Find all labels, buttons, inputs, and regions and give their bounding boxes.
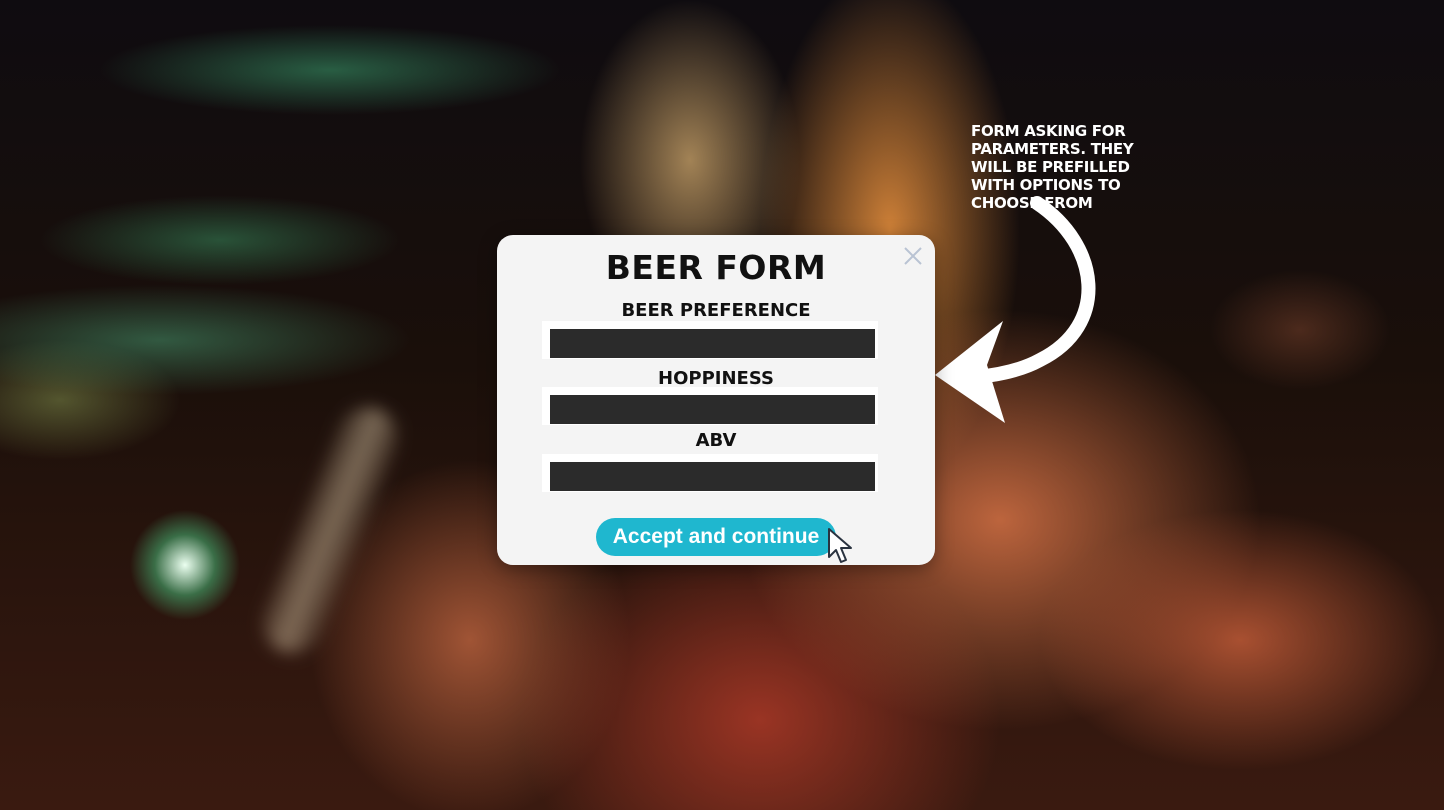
mouse-pointer-icon	[828, 528, 852, 563]
curved-arrow-icon	[935, 196, 1096, 423]
abv-field	[542, 454, 878, 492]
hoppiness-field	[542, 387, 878, 425]
field-label-beer-preference: BEER PREFERENCE	[621, 300, 811, 321]
beer-preference-field	[542, 321, 878, 359]
accept-and-continue-button[interactable]: Accept and continue	[596, 518, 836, 556]
form-title: BEER FORM	[605, 248, 827, 287]
field-label-abv: ABV	[695, 430, 737, 451]
beer-form-modal: BEER FORM BEER PREFERENCE HOPPINESS ABV …	[497, 235, 935, 565]
beer-preference-input[interactable]	[550, 329, 875, 358]
abv-input[interactable]	[550, 462, 875, 491]
screen: FORM ASKING FOR PARAMETERS. THEY WILL BE…	[0, 0, 1444, 810]
hoppiness-input[interactable]	[550, 395, 875, 424]
